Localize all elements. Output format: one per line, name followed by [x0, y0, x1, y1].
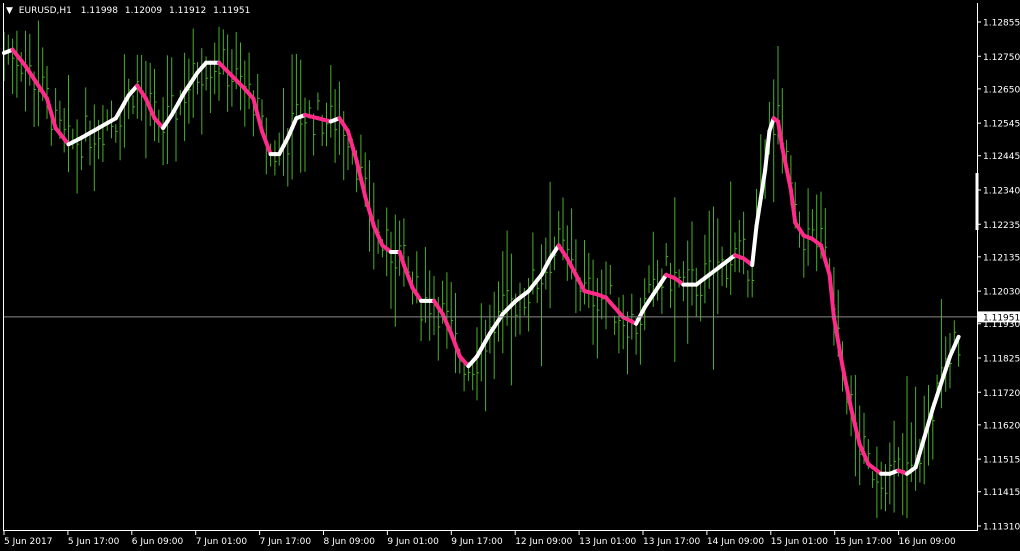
price-tick-label: 1.12650 [983, 85, 1020, 95]
price-tick-label: 1.11310 [983, 523, 1020, 533]
symbol-label: EURUSD,H1 [19, 6, 72, 16]
time-tick-label: 7 Jun 01:00 [196, 537, 248, 547]
time-tick-label: 8 Jun 09:00 [324, 537, 376, 547]
price-tick-label: 1.12030 [983, 288, 1020, 298]
close-value: 1.11951 [213, 6, 250, 16]
time-tick-label: 15 Jun 01:00 [771, 537, 828, 547]
collapse-arrow-icon[interactable]: ▼ [6, 6, 13, 16]
time-tick-label: 6 Jun 09:00 [132, 537, 184, 547]
price-chart[interactable]: ▼ EURUSD,H1 1.11998 1.12009 1.11912 1.11… [0, 0, 1020, 551]
time-tick-label: 13 Jun 01:00 [579, 537, 636, 547]
high-value: 1.12009 [125, 6, 162, 16]
time-tick-label: 15 Jun 17:00 [835, 537, 892, 547]
time-tick-label: 12 Jun 09:00 [515, 537, 572, 547]
svg-text:1.11951: 1.11951 [983, 313, 1020, 323]
price-tick-label: 1.11415 [983, 488, 1020, 498]
price-tick-label: 1.12235 [983, 221, 1020, 231]
time-tick-label: 16 Jun 09:00 [899, 537, 956, 547]
time-tick-label: 5 Jun 2017 [4, 537, 52, 547]
price-tick-label: 1.12750 [983, 53, 1020, 63]
time-tick-label: 14 Jun 09:00 [707, 537, 764, 547]
chart-title[interactable]: ▼ EURUSD,H1 1.11998 1.12009 1.11912 1.11… [6, 6, 250, 16]
time-tick-label: 9 Jun 01:00 [387, 537, 439, 547]
current-price-label: 1.11951 [978, 311, 1020, 323]
price-tick-label: 1.11620 [983, 421, 1020, 431]
time-tick-label: 5 Jun 17:00 [68, 537, 120, 547]
low-value: 1.11912 [169, 6, 206, 16]
price-tick-label: 1.12445 [983, 152, 1020, 162]
price-tick-label: 1.12135 [983, 253, 1020, 263]
chart-background [0, 0, 1020, 551]
price-tick-label: 1.12340 [983, 187, 1020, 197]
price-tick-label: 1.11825 [983, 355, 1020, 365]
price-tick-label: 1.12545 [983, 120, 1020, 130]
time-tick-label: 13 Jun 17:00 [643, 537, 700, 547]
price-tick-label: 1.12855 [983, 19, 1020, 29]
time-tick-label: 9 Jun 17:00 [451, 537, 503, 547]
time-tick-label: 7 Jun 17:00 [260, 537, 312, 547]
price-tick-label: 1.11515 [983, 456, 1020, 466]
price-tick-label: 1.11720 [983, 389, 1020, 399]
open-value: 1.11998 [81, 6, 118, 16]
